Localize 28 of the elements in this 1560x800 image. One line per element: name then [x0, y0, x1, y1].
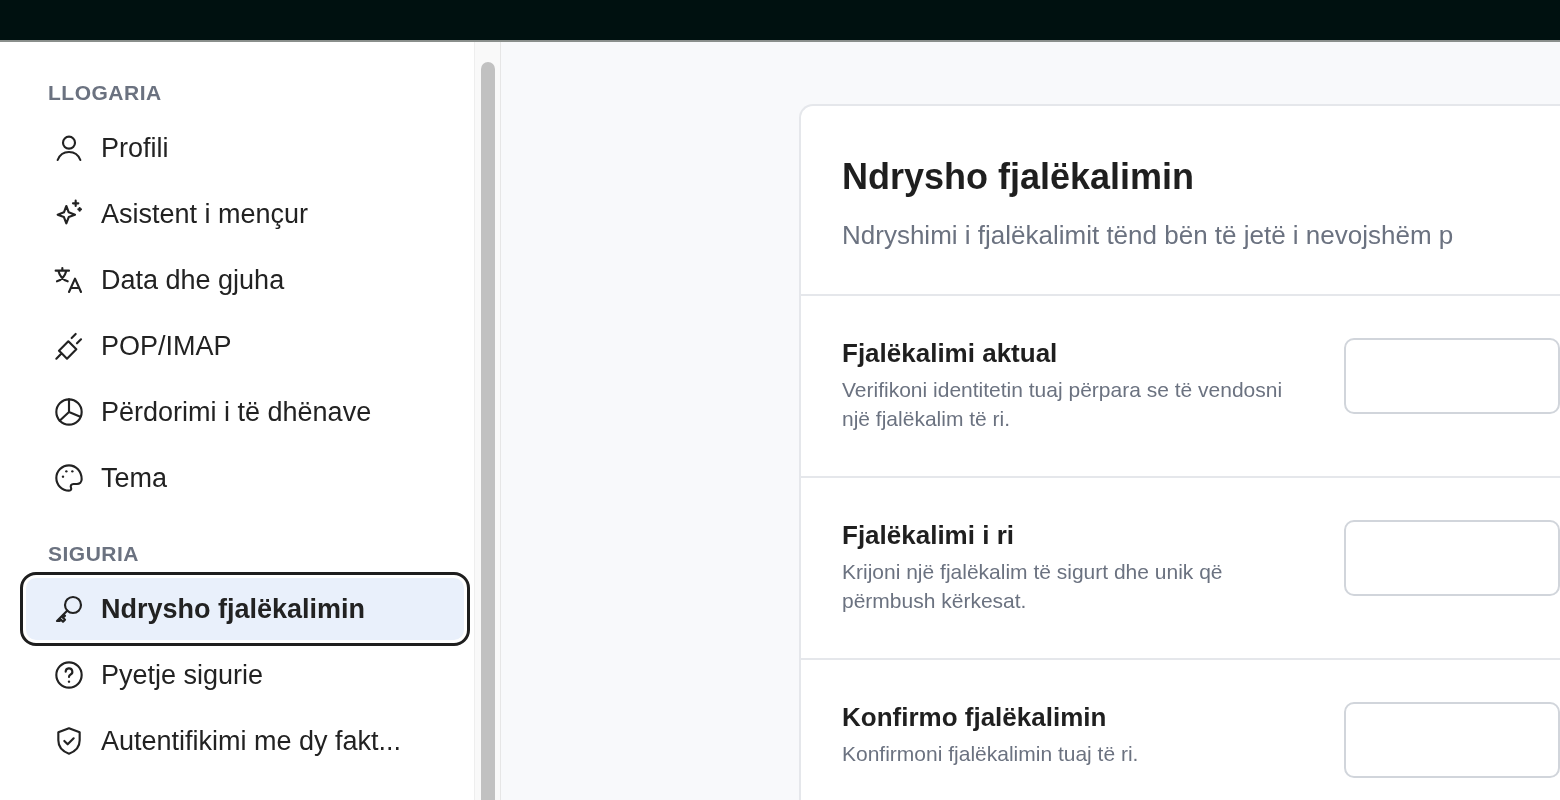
- key-icon: [53, 593, 85, 625]
- sidebar-item[interactable]: Tema: [26, 447, 464, 509]
- palette-icon: [53, 462, 85, 494]
- card-subtitle: Ndryshimi i fjalëkalimit tënd bën të jetë i nevojshëm p: [842, 220, 1455, 251]
- password-field[interactable]: [1344, 702, 1560, 778]
- field-description: Verifikoni identitetin tuaj përpara se të vendosni një fjalëkalim të ri.: [842, 377, 1284, 432]
- pie-chart-icon: [53, 396, 85, 428]
- sidebar-item[interactable]: Pyetje sigurie: [26, 644, 464, 706]
- field-label: Fjalëkalimi aktual: [842, 338, 1059, 369]
- sidebar-item[interactable]: Asistent i mençur: [26, 183, 464, 245]
- plug-icon: [53, 330, 85, 362]
- question-icon: [53, 659, 85, 691]
- sidebar-item[interactable]: Data dhe gjuha: [26, 249, 464, 311]
- password-field[interactable]: [1344, 338, 1560, 414]
- field-label: Konfirmo fjalëkalimin: [842, 702, 1108, 733]
- translate-icon: [53, 264, 85, 296]
- card-title: Ndrysho fjalëkalimin: [842, 156, 1196, 198]
- sidebar-item[interactable]: POP/IMAP: [26, 315, 464, 377]
- sidebar-item[interactable]: Përdorimi i të dhënave: [26, 381, 464, 443]
- section-heading: LLOGARIA: [48, 82, 163, 104]
- field-description: Krijoni një fjalëkalim të sigurt dhe unik që përmbush kërkesat.: [842, 559, 1224, 614]
- field-description: Konfirmoni fjalëkalimin tuaj të ri.: [842, 741, 1140, 767]
- sidebar-item[interactable]: Profili: [26, 117, 464, 179]
- section-heading: SIGURIA: [48, 543, 140, 565]
- scrollbar-thumb[interactable]: [480, 62, 495, 800]
- sidebar-item[interactable]: Autentifikimi me dy fakt...: [26, 710, 464, 772]
- password-field[interactable]: [1344, 520, 1560, 596]
- field-label: Fjalëkalimi i ri: [842, 520, 1015, 551]
